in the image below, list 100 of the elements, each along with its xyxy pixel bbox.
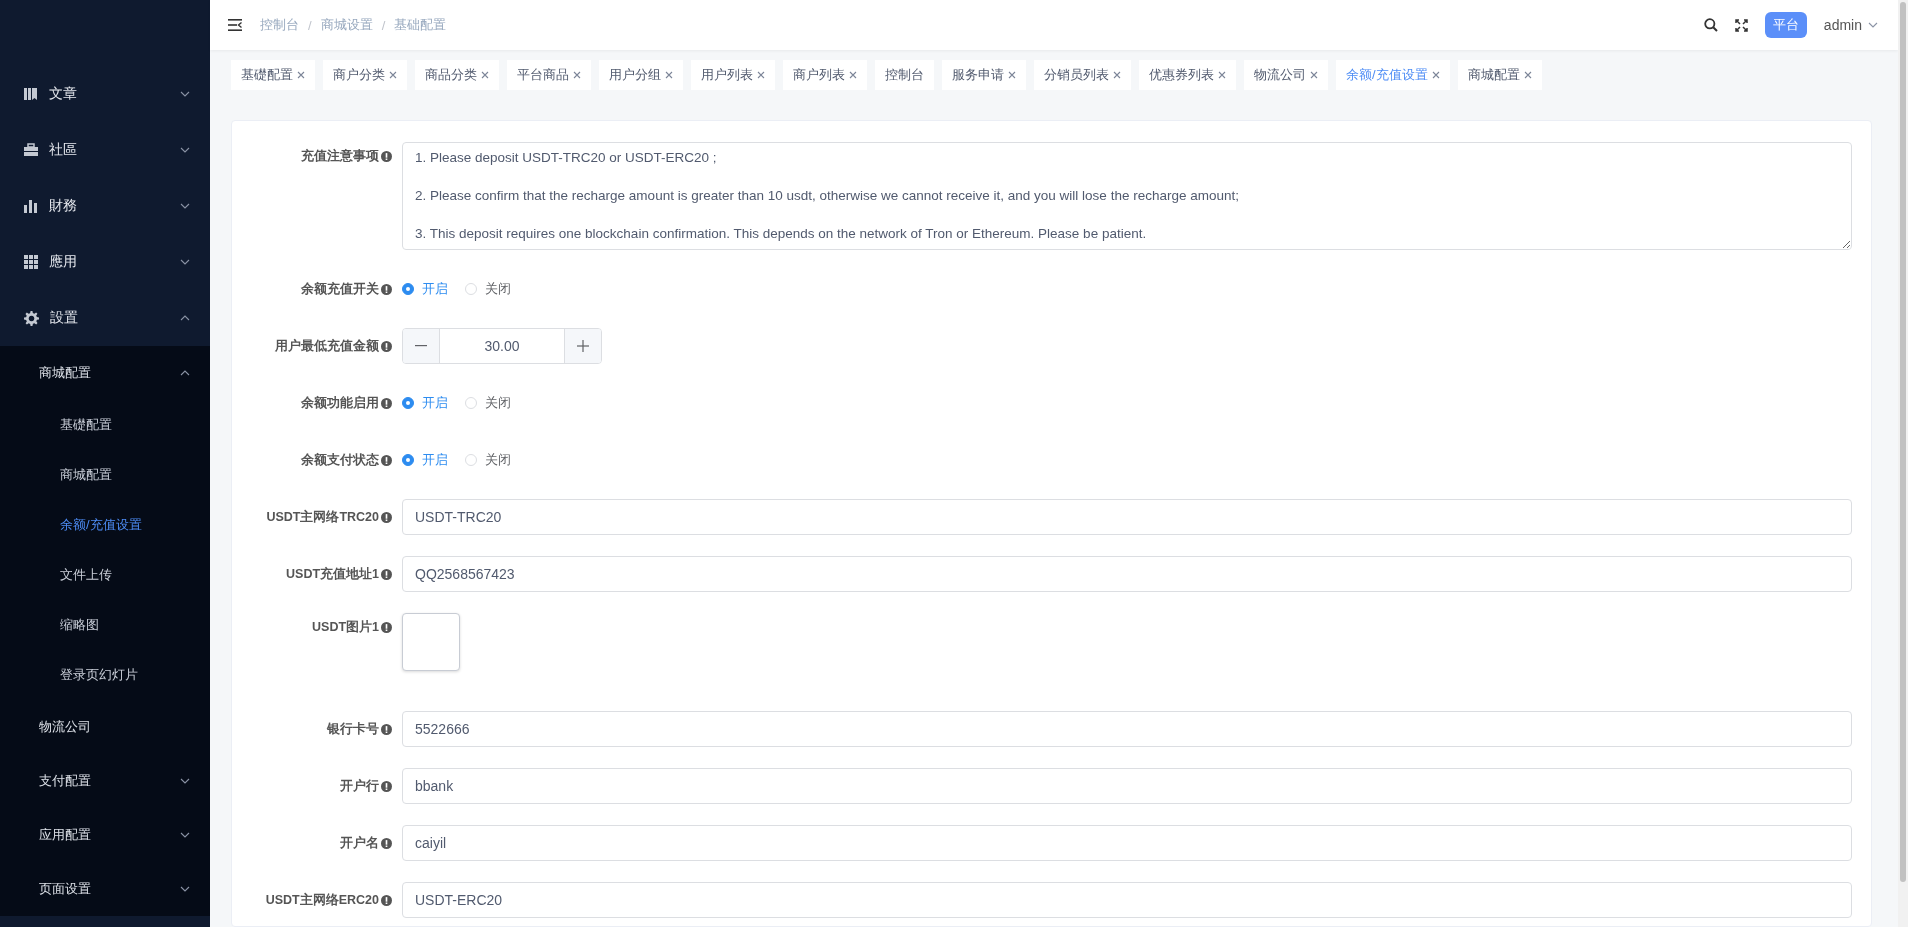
field-label: USDT充值地址1: [286, 565, 379, 583]
sidebar-item[interactable]: 文章: [0, 66, 210, 122]
chevron-icon: [180, 259, 190, 265]
sidebar-item[interactable]: 應用: [0, 234, 210, 290]
text-field[interactable]: QQ2568567423: [402, 556, 1852, 592]
tab[interactable]: 用户分组: [599, 60, 683, 90]
info-icon[interactable]: [381, 511, 392, 523]
info-icon[interactable]: [381, 151, 392, 162]
radio-option[interactable]: 开启: [402, 280, 448, 298]
field-label: 充值注意事项: [301, 148, 379, 165]
tab[interactable]: 商城配置: [1457, 60, 1542, 90]
field-label: USDT主网络TRC20: [266, 508, 379, 526]
text-field[interactable]: bbank: [402, 768, 1852, 804]
grid-icon: [24, 255, 38, 269]
chevron-icon: [180, 315, 190, 321]
chevron-icon: [1868, 22, 1878, 28]
info-icon[interactable]: [381, 340, 392, 352]
sidebar-item[interactable]: 商城配置: [0, 346, 210, 400]
close-icon[interactable]: [849, 71, 857, 79]
radio-option[interactable]: 关闭: [465, 280, 511, 298]
tab[interactable]: 基礎配置: [231, 60, 315, 90]
tab[interactable]: 服务申请: [942, 60, 1026, 90]
radio-option[interactable]: 关闭: [465, 451, 511, 469]
gear-icon: [24, 310, 39, 326]
tab[interactable]: 商品分类: [415, 60, 499, 90]
notes-field[interactable]: 1. Please deposit USDT-TRC20 or USDT-ERC20 ; 2. Please confirm that the recharge amount is greater than 10 usdt, otherwise we cannot receive it, and you will lose the recharge amount; 3. This deposit requires one blockchain confirmation. This depends on the network of Tron or Ethereum. Please be patient.: [402, 142, 1852, 250]
close-icon[interactable]: [1431, 71, 1440, 79]
field-label: 余额支付状态: [301, 451, 379, 469]
text-field[interactable]: USDT-ERC20: [402, 882, 1852, 918]
chevron-icon: [180, 886, 190, 892]
radio-option[interactable]: 开启: [402, 451, 448, 469]
search-icon[interactable]: [1703, 18, 1718, 32]
fullscreen-icon[interactable]: [1734, 18, 1748, 32]
field-label: 余额功能启用: [301, 394, 379, 412]
chevron-icon: [180, 91, 190, 97]
tab[interactable]: 控制台: [875, 60, 934, 90]
tab[interactable]: 用户列表: [691, 60, 775, 90]
field-label: 开户名: [340, 834, 379, 852]
sidebar-item[interactable]: 文件上传: [0, 550, 210, 600]
tab[interactable]: 商户列表: [783, 60, 867, 90]
text-field[interactable]: USDT-TRC20: [402, 499, 1852, 535]
bar-chart-icon: [24, 199, 38, 213]
sidebar-item[interactable]: 基礎配置: [0, 400, 210, 450]
book-icon: [24, 87, 38, 101]
sidebar-item[interactable]: 社區: [0, 122, 210, 178]
breadcrumb-separator: /: [381, 17, 386, 33]
info-icon[interactable]: [381, 397, 392, 409]
field-label: USDT图片1: [312, 619, 379, 636]
radio-option[interactable]: 关闭: [465, 394, 511, 412]
tab[interactable]: 优惠券列表: [1139, 60, 1236, 90]
chevron-icon: [180, 203, 190, 209]
close-icon[interactable]: [1008, 71, 1016, 79]
close-icon[interactable]: [665, 71, 673, 79]
platform-badge: 平台: [1764, 12, 1807, 38]
info-icon[interactable]: [381, 894, 392, 906]
sidebar-item[interactable]: 缩略图: [0, 600, 210, 650]
field-label: 银行卡号: [327, 720, 379, 738]
sidebar-item[interactable]: 財務: [0, 178, 210, 234]
tab[interactable]: 分销员列表: [1034, 60, 1131, 90]
close-icon[interactable]: [1218, 71, 1226, 79]
text-field[interactable]: caiyil: [402, 825, 1852, 861]
info-icon[interactable]: [381, 837, 392, 849]
field-label: 余额充值开关: [301, 280, 379, 298]
user-menu[interactable]: admin: [1823, 17, 1878, 33]
sidebar-item[interactable]: 应用配置: [0, 808, 210, 862]
close-icon[interactable]: [1523, 71, 1532, 79]
close-icon[interactable]: [757, 71, 765, 79]
text-field[interactable]: 5522666: [402, 711, 1852, 747]
tab[interactable]: 平台商品: [507, 60, 591, 90]
sidebar-item[interactable]: 余额/充值设置: [0, 500, 210, 550]
sidebar-item[interactable]: 登录页幻灯片: [0, 650, 210, 700]
close-icon[interactable]: [1113, 71, 1121, 79]
info-icon[interactable]: [381, 780, 392, 792]
close-icon[interactable]: [297, 71, 305, 79]
close-icon[interactable]: [1310, 71, 1318, 79]
plus-button[interactable]: [565, 329, 601, 363]
chevron-icon: [180, 832, 190, 838]
info-icon[interactable]: [381, 568, 392, 580]
field-label: 用户最低充值金额: [275, 337, 379, 355]
sidebar-item[interactable]: 支付配置: [0, 754, 210, 808]
breadcrumb-separator: /: [308, 17, 312, 33]
field-label: USDT主网络ERC20: [265, 891, 379, 909]
info-icon[interactable]: [381, 283, 392, 295]
scrollbar[interactable]: [1898, 0, 1908, 927]
menu-icon[interactable]: [228, 19, 242, 31]
close-icon[interactable]: [389, 71, 397, 79]
close-icon[interactable]: [481, 71, 489, 79]
close-icon[interactable]: [573, 71, 581, 79]
number-input[interactable]: 30.00: [402, 328, 602, 364]
sidebar-item[interactable]: 商城配置: [0, 450, 210, 500]
tab[interactable]: 商户分类: [323, 60, 407, 90]
info-icon[interactable]: [381, 622, 392, 633]
info-icon[interactable]: [381, 454, 392, 466]
info-icon[interactable]: [381, 723, 392, 735]
sidebar-item[interactable]: 页面设置: [0, 862, 210, 916]
sidebar-item[interactable]: 設置: [0, 290, 210, 346]
radio-option[interactable]: 开启: [402, 394, 448, 412]
sidebar-item[interactable]: 物流公司: [0, 700, 210, 754]
chevron-icon: [180, 370, 190, 376]
tab[interactable]: 物流公司: [1244, 60, 1328, 90]
